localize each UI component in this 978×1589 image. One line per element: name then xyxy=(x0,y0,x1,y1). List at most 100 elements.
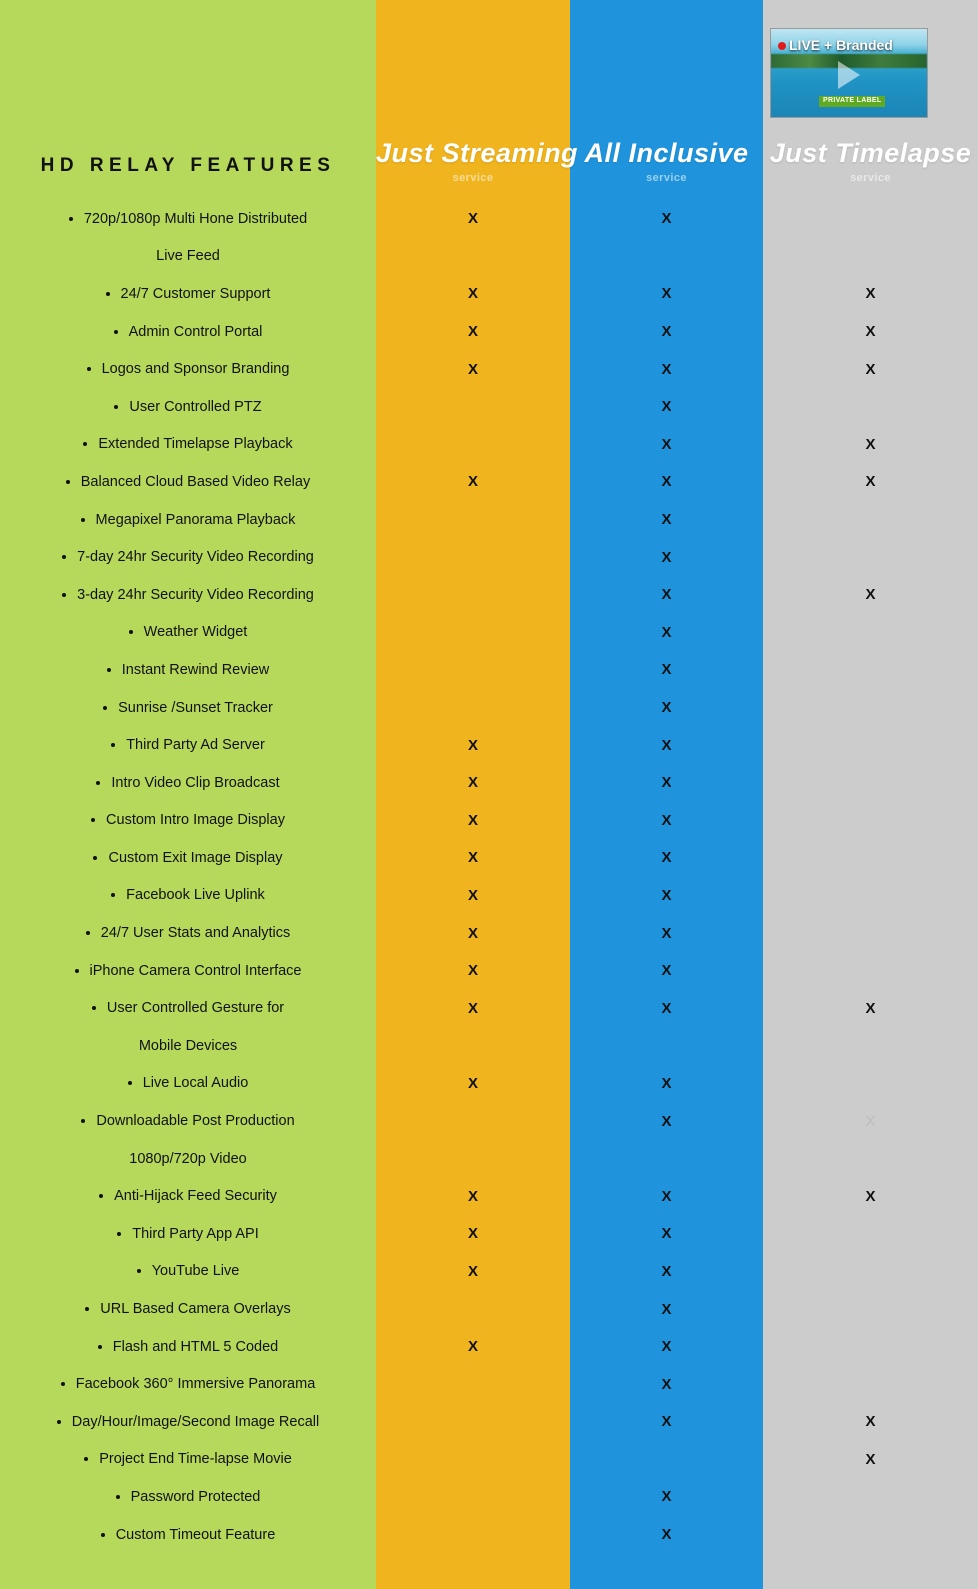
feature-mark-all-inclusive: X xyxy=(661,1112,672,1130)
feature-label-text: Custom Exit Image Display xyxy=(108,849,283,866)
bullet-icon xyxy=(62,592,67,597)
bullet-icon xyxy=(103,705,108,710)
feature-mark-just-streaming: X xyxy=(467,210,478,228)
feature-mark-just-streaming: X xyxy=(467,1074,478,1092)
feature-mark-just-timelapse: X xyxy=(865,473,876,491)
feature-label-text: Extended Timelapse Playback xyxy=(98,436,293,453)
feature-label-text: 7-day 24hr Security Video Recording xyxy=(77,549,314,566)
column-header-just-timelapse: PASSWORD PROTECTED 28MP Timelapse P a n … xyxy=(763,0,978,200)
table-row: 7-day 24hr Security Video Recording X xyxy=(0,538,978,576)
feature-label: iPhone Camera Control Interface xyxy=(0,952,376,990)
feature-label: Third Party App API xyxy=(0,1215,376,1253)
feature-mark-just-streaming: X xyxy=(467,1225,478,1243)
feature-mark-all-inclusive: X xyxy=(661,962,672,980)
feature-mark-all-inclusive: X xyxy=(661,736,672,754)
feature-label-text: Third Party App API xyxy=(132,1225,259,1242)
column-header-just-streaming: LIVE + Branded PRIVATE LABEL Just Stream… xyxy=(376,0,928,200)
feature-mark-just-streaming xyxy=(376,501,570,539)
table-row: Day/Hour/Image/Second Image Recall X X xyxy=(0,1403,978,1441)
feature-mark-just-streaming: X xyxy=(467,1338,478,1356)
feature-mark-just-streaming xyxy=(376,1441,570,1479)
feature-label: Balanced Cloud Based Video Relay xyxy=(0,463,376,501)
feature-label: Instant Rewind Review xyxy=(0,651,376,689)
feature-label: Facebook Live Uplink xyxy=(0,877,376,915)
feature-label: Flash and HTML 5 Coded xyxy=(0,1328,376,1366)
bullet-icon xyxy=(115,1494,120,1499)
feature-label-text: Logos and Sponsor Branding xyxy=(101,361,290,378)
feature-mark-just-streaming: X xyxy=(467,1187,478,1205)
feature-mark-just-timelapse: X xyxy=(865,323,876,341)
feature-label-text: Custom Timeout Feature xyxy=(115,1526,276,1543)
table-row: 3-day 24hr Security Video Recording X X xyxy=(0,576,978,614)
feature-label-text: Third Party Ad Server xyxy=(126,737,265,754)
all-inclusive-subtitle: service xyxy=(646,172,687,184)
feature-mark-just-timelapse xyxy=(763,914,978,952)
feature-label: URL Based Camera Overlays xyxy=(0,1290,376,1328)
feature-mark-just-streaming xyxy=(376,1102,570,1140)
table-row: Project End Time-lapse Movie X xyxy=(0,1441,978,1479)
feature-mark-all-inclusive: X xyxy=(661,924,672,942)
feature-label: Custom Exit Image Display xyxy=(0,839,376,877)
feature-mark-just-streaming xyxy=(376,689,570,727)
bullet-icon xyxy=(97,1344,102,1349)
feature-mark-just-streaming: X xyxy=(467,473,478,491)
page-title: HD RELAY FEATURES xyxy=(40,155,336,176)
just-streaming-subtitle: service xyxy=(452,172,494,184)
feature-mark-all-inclusive: X xyxy=(661,360,672,378)
feature-mark-just-streaming xyxy=(376,538,570,576)
feature-label-text: Password Protected xyxy=(130,1488,261,1505)
table-row: Weather Widget X xyxy=(0,614,978,652)
table-row: URL Based Camera Overlays X xyxy=(0,1290,978,1328)
feature-mark-all-inclusive: X xyxy=(661,623,672,641)
feature-mark-all-inclusive: X xyxy=(661,548,672,566)
feature-mark-just-timelapse xyxy=(763,1290,978,1328)
bullet-icon xyxy=(111,893,116,898)
feature-label-text: Anti-Hijack Feed Security xyxy=(114,1188,277,1205)
feature-mark-all-inclusive: X xyxy=(661,1526,672,1544)
just-timelapse-subtitle: service xyxy=(850,172,891,184)
table-row: Intro Video Clip Broadcast X X xyxy=(0,764,978,802)
comparison-table: HD RELAY FEATURES LIVE + Branded PRIVATE… xyxy=(0,0,978,1589)
feature-mark-just-streaming: X xyxy=(467,999,478,1017)
feature-mark-just-streaming xyxy=(376,576,570,614)
feature-mark-all-inclusive: X xyxy=(661,1338,672,1356)
feature-mark-just-timelapse xyxy=(763,614,978,652)
bullet-icon xyxy=(83,442,88,447)
bullet-icon xyxy=(96,780,101,785)
table-header: HD RELAY FEATURES LIVE + Branded PRIVATE… xyxy=(0,0,978,200)
feature-mark-just-streaming: X xyxy=(467,849,478,867)
feature-label: Project End Time-lapse Movie xyxy=(0,1441,376,1479)
feature-mark-just-streaming: X xyxy=(467,924,478,942)
feature-label-text: Live Local Audio xyxy=(142,1075,249,1092)
table-row: Balanced Cloud Based Video Relay X X X xyxy=(0,463,978,501)
table-row: Live Local Audio X X xyxy=(0,1065,978,1103)
bullet-icon xyxy=(91,818,96,823)
feature-label: 24/7 User Stats and Analytics xyxy=(0,914,376,952)
feature-label: Password Protected xyxy=(0,1478,376,1516)
bullet-icon xyxy=(111,743,116,748)
feature-mark-just-streaming: X xyxy=(467,886,478,904)
feature-mark-just-streaming xyxy=(376,1365,570,1403)
bullet-icon xyxy=(84,1457,89,1462)
feature-label: Downloadable Post Production xyxy=(0,1102,376,1140)
feature-mark-just-timelapse xyxy=(763,1215,978,1253)
feature-mark-just-timelapse xyxy=(763,726,978,764)
feature-mark-just-timelapse xyxy=(763,200,978,238)
table-row: Facebook 360° Immersive Panorama X xyxy=(0,1365,978,1403)
feature-label: Megapixel Panorama Playback xyxy=(0,501,376,539)
table-row: Admin Control Portal X X X xyxy=(0,313,978,351)
feature-label: YouTube Live xyxy=(0,1253,376,1291)
bullet-icon xyxy=(86,367,91,372)
bullet-icon xyxy=(117,1231,122,1236)
feature-mark-just-streaming xyxy=(376,651,570,689)
feature-mark-all-inclusive: X xyxy=(661,1262,672,1280)
feature-mark-just-timelapse xyxy=(763,1478,978,1516)
feature-mark-all-inclusive: X xyxy=(661,699,672,717)
feature-mark-just-timelapse xyxy=(763,877,978,915)
feature-mark-all-inclusive: X xyxy=(661,886,672,904)
feature-label: Extended Timelapse Playback xyxy=(0,426,376,464)
feature-mark-just-streaming: X xyxy=(467,360,478,378)
column-header-all-inclusive: PRIVATE LABEL LIVE + Timelapse Live PTZ … xyxy=(570,0,763,200)
feature-mark-just-timelapse: X xyxy=(865,360,876,378)
feature-label: Third Party Ad Server xyxy=(0,726,376,764)
